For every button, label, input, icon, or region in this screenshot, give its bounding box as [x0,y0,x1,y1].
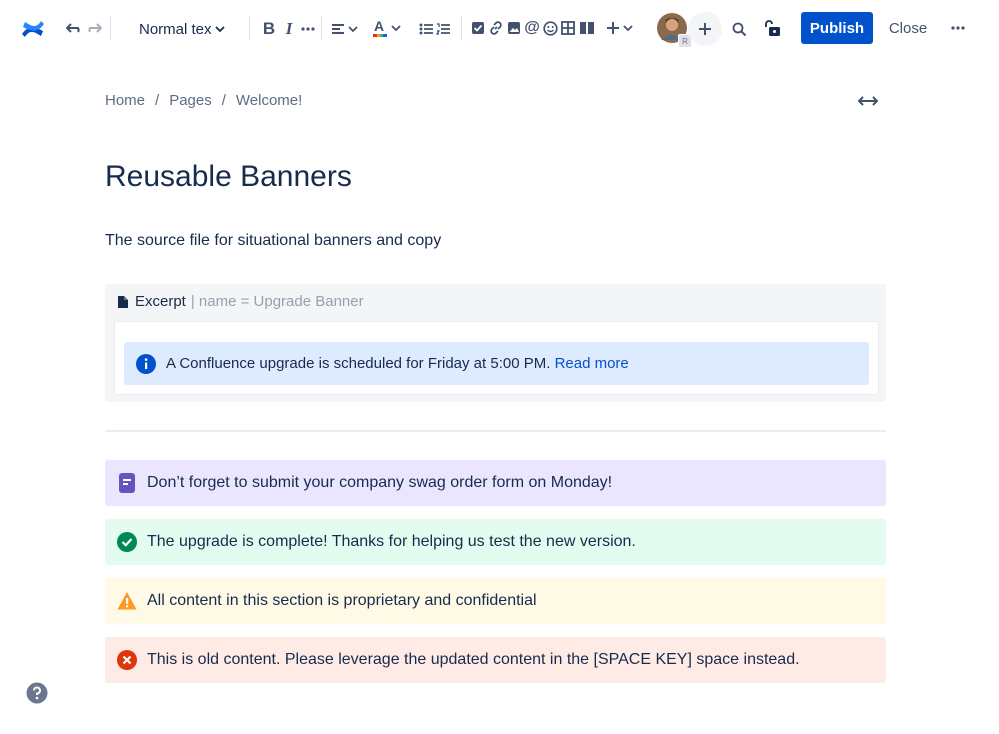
close-button[interactable]: Close [882,12,934,44]
chevron-down-icon [390,25,401,32]
action-item-icon[interactable] [471,20,485,36]
help-icon[interactable] [26,682,48,704]
note-icon [119,473,135,493]
breadcrumb-separator: / [155,92,160,109]
toolbar-separator [110,16,111,40]
table-icon[interactable] [560,20,576,36]
warning-panel[interactable]: All content in this section is proprieta… [105,578,886,624]
confluence-logo-icon[interactable] [18,14,48,44]
excerpt-macro[interactable]: Excerpt | name = Upgrade Banner A Conflu… [105,284,886,402]
read-more-link[interactable]: Read more [555,355,629,372]
breadcrumb-home[interactable]: Home [105,92,145,109]
plus-icon [606,22,619,34]
full-width-toggle-icon[interactable] [857,92,879,110]
excerpt-label: Excerpt [135,293,186,310]
avatar[interactable]: R [656,12,692,48]
document-icon [118,295,128,308]
page-subtitle[interactable]: The source file for situational banners … [105,232,441,250]
excerpt-body[interactable]: A Confluence upgrade is scheduled for Fr… [114,321,879,395]
error-panel[interactable]: This is old content. Please leverage the… [105,637,886,683]
breadcrumb-welcome[interactable]: Welcome! [236,92,302,109]
numbered-list-icon[interactable] [436,18,451,40]
more-formatting-icon[interactable] [300,18,316,40]
italic-icon[interactable]: I [282,18,296,40]
excerpt-name-meta: | name = Upgrade Banner [190,293,364,310]
publish-button[interactable]: Publish [801,12,873,44]
divider [105,430,886,432]
note-panel[interactable]: Don’t forget to submit your company swag… [105,460,886,506]
text-color-icon: A [372,18,387,37]
note-panel-text: Don’t forget to submit your company swag… [147,474,613,491]
info-panel[interactable]: A Confluence upgrade is scheduled for Fr… [124,342,869,385]
link-icon[interactable] [488,20,504,36]
bold-icon[interactable]: B [261,18,277,40]
breadcrumb-pages[interactable]: Pages [169,92,212,109]
text-style-dropdown[interactable]: Normal tex [139,18,225,40]
toolbar-separator [249,16,250,40]
breadcrumb-separator: / [221,92,226,109]
layouts-icon[interactable] [578,20,596,36]
toolbar-separator [321,16,322,40]
svg-text:A: A [374,18,384,34]
info-panel-text: A Confluence upgrade is scheduled for Fr… [166,355,629,372]
chevron-down-icon [214,26,225,33]
info-icon [136,353,156,374]
excerpt-header: Excerpt | name = Upgrade Banner [117,293,364,310]
restrictions-unlock-icon[interactable] [762,18,782,38]
chevron-down-icon [622,25,633,32]
plus-icon [699,23,711,35]
error-panel-text: This is old content. Please leverage the… [147,651,800,668]
more-options-icon[interactable] [948,18,968,38]
info-message: A Confluence upgrade is scheduled for Fr… [166,355,551,372]
image-icon[interactable] [506,20,521,36]
chevron-down-icon [347,26,358,33]
breadcrumb: Home / Pages / Welcome! [105,92,302,109]
search-icon[interactable] [730,19,748,39]
editor-toolbar: Normal tex B I A @ R Publish Close [0,0,999,58]
invite-collaborator-button[interactable] [688,12,722,46]
error-icon [117,650,137,670]
warning-icon [117,592,137,610]
redo-icon[interactable] [84,18,102,38]
text-style-label: Normal tex [139,20,212,38]
text-color-dropdown[interactable]: A [369,16,403,40]
success-panel-text: The upgrade is complete! Thanks for help… [147,533,636,550]
emoji-icon[interactable] [542,20,558,36]
page-title[interactable]: Reusable Banners [105,160,352,194]
bullet-list-icon[interactable] [419,18,434,40]
align-left-icon [331,24,344,34]
check-circle-icon [117,532,137,552]
insert-more-dropdown[interactable] [603,17,635,39]
undo-icon[interactable] [66,18,84,38]
alignment-dropdown[interactable] [329,18,359,40]
mention-icon[interactable]: @ [524,18,540,38]
warning-panel-text: All content in this section is proprieta… [147,592,537,609]
toolbar-separator [461,16,462,40]
success-panel[interactable]: The upgrade is complete! Thanks for help… [105,519,886,565]
